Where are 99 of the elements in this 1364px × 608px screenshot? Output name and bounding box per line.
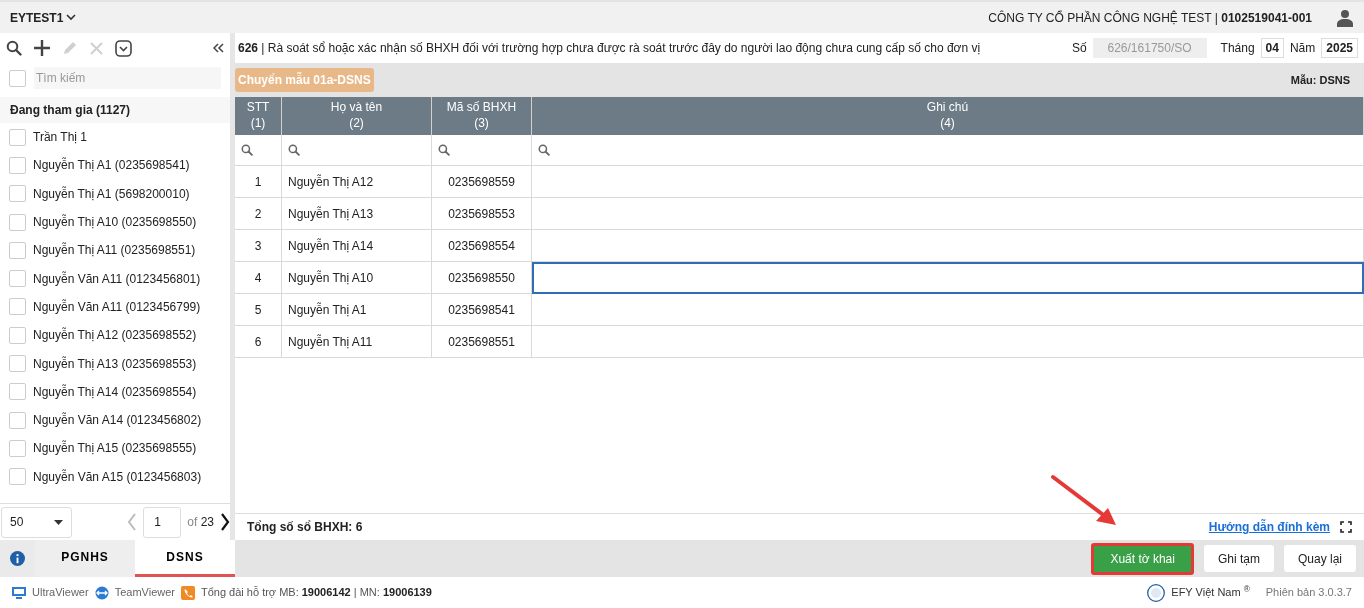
add-icon[interactable] (33, 39, 51, 57)
table-cell: 0235698554 (432, 230, 532, 262)
page-field[interactable]: 1 (143, 506, 182, 538)
search-icon[interactable] (288, 144, 300, 156)
form-title: 626 | Rà soát sổ hoặc xác nhận số BHXH đối với trường hợp chưa được rà soát trước đây do người lao động chưa cung cấp số cho đơn vị (238, 40, 982, 57)
table-cell: 0235698559 (432, 166, 532, 198)
collapse-icon[interactable] (213, 43, 224, 53)
fullscreen-icon[interactable] (1340, 521, 1352, 533)
tab[interactable]: PGNHS (35, 540, 135, 577)
employee-item[interactable]: Nguyễn Thị A1 (0235698541) (33, 156, 190, 175)
checkbox[interactable] (9, 298, 26, 316)
hotline-text: Tổng đài hỗ trợ MB: 19006142 | MN: 19006139 (201, 585, 432, 601)
template-label: Mẫu: DSNS (1290, 72, 1350, 88)
user-icon[interactable] (1336, 8, 1354, 27)
checkbox[interactable] (9, 213, 26, 231)
dropdown-icon[interactable] (115, 39, 132, 57)
column-header: Ghi chú (4) (532, 97, 1364, 135)
table-cell: 6 (235, 326, 282, 358)
chevron-left-icon[interactable] (127, 513, 138, 531)
column-header: Mã số BHXH (3) (432, 97, 532, 135)
employee-item[interactable]: Nguyễn Thị A12 (0235698552) (33, 326, 197, 345)
table-cell: 5 (235, 294, 282, 326)
info-icon[interactable] (10, 551, 25, 566)
table-cell: 0235698550 (432, 262, 532, 294)
employee-item[interactable]: Nguyễn Thị A11 (0235698551) (33, 241, 196, 260)
number-label: Số (1071, 40, 1087, 57)
version-text: Phiên bản 3.0.3.7 (1265, 585, 1352, 601)
table-cell: 1 (235, 166, 282, 198)
brand-name: EFY Việt Nam $^{®}$ (1171, 584, 1250, 601)
tab[interactable]: DSNS (135, 540, 235, 577)
select-all-checkbox[interactable] (9, 69, 26, 87)
checkbox[interactable] (9, 326, 26, 344)
logo-icon (1147, 583, 1166, 602)
column-header: STT (1) (235, 97, 282, 135)
checkbox[interactable] (9, 270, 26, 288)
number-field: 626/161750/SO (1092, 38, 1207, 58)
search-icon[interactable] (438, 144, 450, 156)
employee-item[interactable]: Nguyễn Thị A14 (0235698554) (33, 382, 197, 401)
table-cell: Nguyễn Thị A1 (282, 294, 432, 326)
filter-cell[interactable] (282, 135, 432, 166)
checkbox[interactable] (9, 468, 26, 486)
table-cell: 4 (235, 262, 282, 294)
table-cell: 2 (235, 198, 282, 230)
employee-item[interactable]: Nguyễn Văn A11 (0123456799) (33, 297, 201, 316)
caret-icon (54, 519, 63, 525)
company-name: CÔNG TY CỔ PHẦN CÔNG NGHỆ TEST | 0102519041-001 (988, 9, 1312, 27)
search-icon[interactable] (6, 40, 22, 56)
app-switcher[interactable]: EYTEST1 (10, 8, 77, 27)
checkbox[interactable] (9, 383, 26, 401)
table-cell[interactable] (532, 262, 1364, 294)
action-button[interactable]: Ghi tạm (1203, 545, 1274, 572)
page-total: of 23 (187, 514, 214, 531)
table-cell: 0235698541 (432, 294, 532, 326)
employee-item[interactable]: Nguyễn Thị A10 (0235698550) (33, 213, 197, 232)
month-field[interactable]: 04 (1260, 38, 1284, 58)
ultraviewer-link[interactable]: UltraViewer (32, 584, 89, 601)
chevron-down-icon (66, 14, 77, 21)
checkbox[interactable] (9, 439, 26, 457)
chevron-right-icon[interactable] (220, 513, 230, 531)
group-header: Đang tham gia (1127) (0, 97, 230, 123)
filter-cell[interactable] (532, 135, 1364, 166)
teamviewer-link[interactable]: TeamViewer (114, 584, 175, 601)
checkbox[interactable] (9, 156, 26, 174)
table-cell: Nguyễn Thị A13 (282, 198, 432, 230)
guide-link[interactable]: Hướng dẫn đính kèm (1208, 518, 1330, 536)
column-header: Họ và tên (2) (282, 97, 432, 135)
search-icon[interactable] (538, 144, 550, 156)
remote-icon[interactable] (94, 585, 109, 600)
phone-icon (181, 585, 195, 600)
table-cell: Nguyễn Thị A10 (282, 262, 432, 294)
table-cell: 0235698551 (432, 326, 532, 358)
year-field[interactable]: 2025 (1321, 38, 1358, 58)
summary-text: Tổng số sổ BHXH: 6 (247, 519, 363, 536)
page-size-select[interactable]: 50 (1, 506, 72, 538)
employee-item[interactable]: Trần Thị 1 (33, 128, 88, 147)
employee-item[interactable]: Nguyễn Thị A1 (5698200010) (33, 184, 190, 203)
table-cell: Nguyễn Thị A14 (282, 230, 432, 262)
table-cell: Nguyễn Thị A11 (282, 326, 432, 358)
monitor-icon[interactable] (12, 586, 26, 599)
employee-item[interactable]: Nguyễn Thị A13 (0235698553) (33, 354, 197, 373)
search-field[interactable]: Tìm kiếm (34, 67, 221, 89)
checkbox[interactable] (9, 128, 26, 146)
table-cell: Nguyễn Thị A12 (282, 166, 432, 198)
filter-cell[interactable] (235, 135, 282, 166)
checkbox[interactable] (9, 185, 26, 203)
employee-item[interactable]: Nguyễn Thị A15 (0235698555) (33, 439, 197, 458)
employee-item[interactable]: Nguyễn Văn A11 (0123456801) (33, 269, 201, 288)
action-button[interactable]: Quay lại (1283, 545, 1356, 572)
checkbox[interactable] (9, 241, 26, 259)
table-cell: 3 (235, 230, 282, 262)
month-label: Tháng (1220, 40, 1255, 57)
checkbox[interactable] (9, 411, 26, 429)
year-label: Năm (1289, 40, 1316, 57)
checkbox[interactable] (9, 355, 26, 372)
employee-item[interactable]: Nguyễn Văn A15 (0123456803) (33, 467, 202, 486)
filter-cell[interactable] (432, 135, 532, 166)
search-icon[interactable] (241, 144, 253, 156)
employee-item[interactable]: Nguyễn Văn A14 (0123456802) (33, 411, 202, 430)
table-cell: 0235698553 (432, 198, 532, 230)
